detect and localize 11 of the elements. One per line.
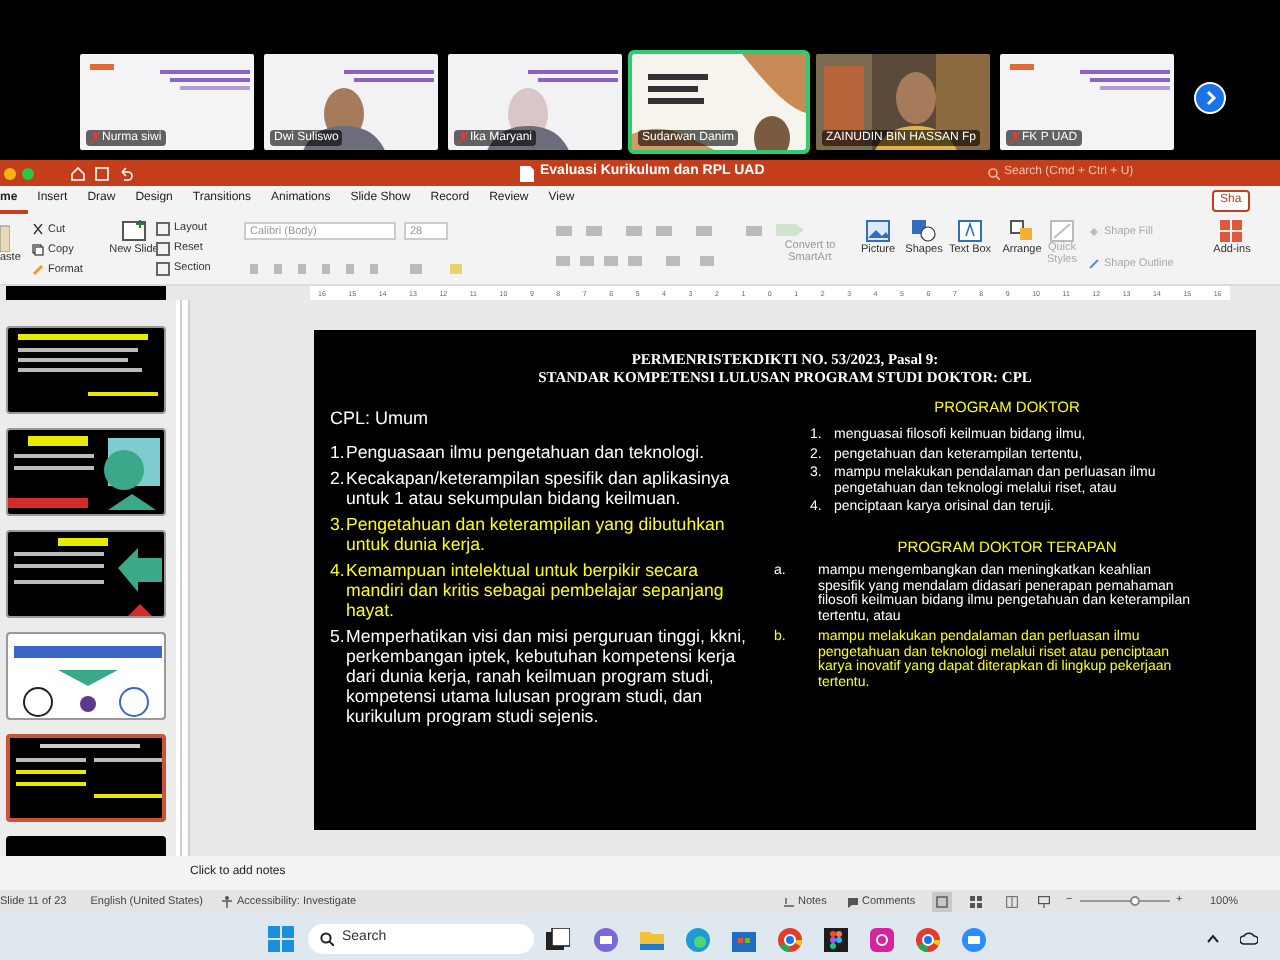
list-number: 4. xyxy=(330,559,346,583)
list-number: 5. xyxy=(330,625,346,649)
list-number: 3. xyxy=(330,513,346,537)
list-item-text: Pengetahuan dan keterampilan yang dibutuhkan untuk dunia kerja. xyxy=(346,513,727,553)
list-item-text: Kemampuan intelektual untuk berpikir secara mandiri dan kritis sebagai pembelajar sepanjang hayat. xyxy=(346,559,726,619)
list-item-text: Memperhatikan visi dan misi perguruan tinggi, kkni, perkembangan iptek, kebutuhan kompetensi kerja dari dunia kerja, ranah keilmuan program studi, kompetensi utama lulusan program studi, dan kurikulum program studi sejenis. xyxy=(346,625,748,725)
list-number: 1. xyxy=(330,441,346,461)
list-number: 2. xyxy=(330,467,346,491)
slide-heading: CPL: Umum xyxy=(330,406,431,432)
list-item-text: Kecakapan/keterampilan spesifik dan aplikasinya untuk 1 atau sekumpulan bidang keilmuan. xyxy=(346,467,732,507)
list-item-text: Penguasaan ilmu pengetahuan dan teknologi. xyxy=(346,441,705,461)
